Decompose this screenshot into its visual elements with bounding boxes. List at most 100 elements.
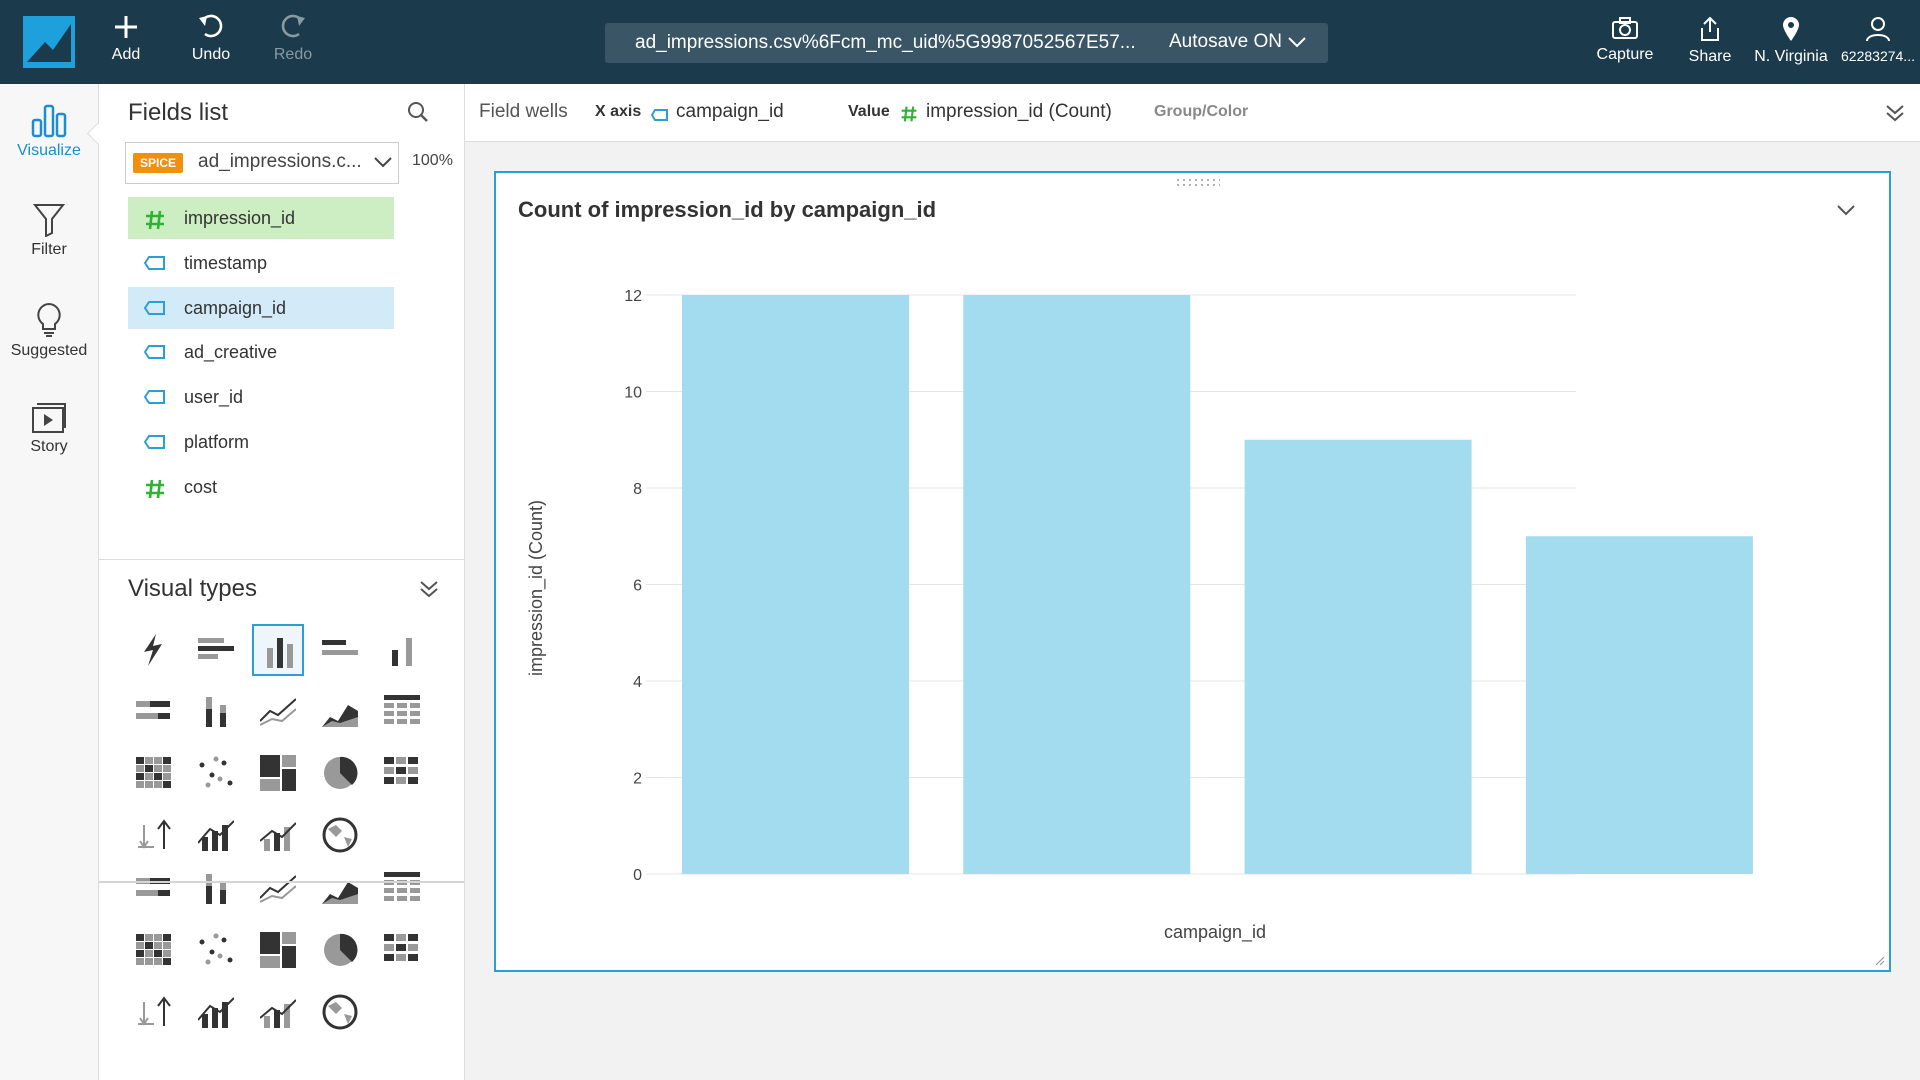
group-color-well[interactable]: Group/Color: [1154, 103, 1248, 121]
y-axis-title: impression_id (Count): [526, 500, 547, 676]
collapse-chevron-icon[interactable]: [1885, 104, 1905, 122]
field-item-ad_creative[interactable]: ad_creative: [128, 331, 394, 373]
dimension-tag-icon: [651, 109, 668, 121]
divider: [99, 881, 464, 883]
story-icon: [32, 403, 66, 433]
account-label: 62283274...: [1841, 48, 1915, 64]
field-item-timestamp[interactable]: timestamp: [128, 242, 394, 284]
bar[interactable]: [682, 295, 909, 874]
hash-icon: [901, 106, 917, 122]
nav-visualize-label: Visualize: [17, 142, 81, 159]
y-tick-label: 0: [633, 867, 642, 884]
visual-type-vstack-icon[interactable]: [190, 685, 242, 737]
visual-type-vbar-icon[interactable]: [252, 624, 304, 676]
field-label: campaign_id: [184, 298, 287, 318]
redo-button[interactable]: Redo: [253, 14, 333, 74]
visual-type-pivot-icon[interactable]: [376, 924, 428, 976]
collapse-chevron-icon[interactable]: [419, 580, 439, 598]
visual-type-pie-icon[interactable]: [314, 924, 366, 976]
bar-chart: 0 2 4 6 8 10 12 campaign_id impression_id (Count…: [526, 288, 1753, 943]
field-item-platform[interactable]: platform: [128, 421, 394, 463]
nav-suggested[interactable]: Suggested: [0, 302, 98, 360]
fields-panel: Fields list SPICE ad_impressions.c... 10…: [99, 84, 465, 1080]
visual-type-heat-icon[interactable]: [128, 747, 180, 799]
field-item-impression_id[interactable]: impression_id: [128, 197, 394, 239]
visual-types-title: Visual types: [128, 575, 257, 602]
redo-label: Redo: [273, 46, 313, 63]
visual-type-vbar2-icon[interactable]: [376, 624, 428, 676]
share-icon: [1701, 16, 1719, 41]
visual-type-combo1-icon[interactable]: [190, 986, 242, 1038]
analysis-file-name[interactable]: ad_impressions.csv%6Fcm_mc_uid%5G9987052…: [635, 32, 1136, 54]
visual-type-hstack-icon[interactable]: [128, 685, 180, 737]
visual-type-treemap-icon[interactable]: [252, 747, 304, 799]
visual-type-combo2-icon[interactable]: [252, 986, 304, 1038]
visual-type-hbar-icon[interactable]: [190, 624, 242, 676]
field-item-user_id[interactable]: user_id: [128, 376, 394, 418]
visual-type-combo1-icon[interactable]: [190, 809, 242, 861]
undo-button[interactable]: Undo: [171, 14, 251, 74]
visual-type-kpi-icon[interactable]: [128, 986, 180, 1038]
visual-type-autograph-icon[interactable]: [128, 624, 180, 676]
field-label: cost: [184, 477, 218, 497]
search-icon[interactable]: [407, 101, 429, 123]
x-axis-well[interactable]: campaign_id: [676, 101, 784, 123]
field-item-cost[interactable]: cost: [128, 466, 394, 508]
visual-type-heat-icon[interactable]: [128, 924, 180, 976]
nav-filter[interactable]: Filter: [0, 203, 98, 259]
y-tick-label: 8: [633, 481, 642, 498]
redo-icon: [281, 14, 305, 38]
capture-button[interactable]: Capture: [1590, 16, 1660, 64]
nav-filter-label: Filter: [31, 241, 67, 258]
autosave-dropdown[interactable]: Autosave ON: [1169, 31, 1306, 53]
visual-type-treemap-icon[interactable]: [252, 924, 304, 976]
nav-visualize[interactable]: Visualize: [0, 104, 98, 160]
x-axis-label: X axis: [595, 103, 642, 120]
field-label: ad_creative: [184, 342, 278, 362]
value-well[interactable]: impression_id (Count): [926, 101, 1112, 123]
spice-badge: SPICE: [133, 153, 184, 173]
bar[interactable]: [1244, 439, 1472, 874]
visual-type-kpi-icon[interactable]: [128, 809, 180, 861]
visual-type-area-icon[interactable]: [314, 685, 366, 737]
visual-type-pivot-icon[interactable]: [376, 747, 428, 799]
visual-type-scatter-icon[interactable]: [190, 747, 242, 799]
y-tick-label: 4: [633, 674, 642, 691]
plus-icon: [115, 16, 137, 38]
visual-type-hstack-icon[interactable]: [128, 862, 180, 914]
visual-type-line-icon[interactable]: [252, 685, 304, 737]
bar[interactable]: [963, 295, 1191, 874]
visual-type-hbar2-icon[interactable]: [314, 624, 366, 676]
region-selector[interactable]: N. Virginia: [1750, 16, 1832, 66]
visual-card[interactable]: Count of impression_id by campaign_id 02…: [494, 171, 1891, 972]
x-axis-title: campaign_id: [1164, 922, 1266, 943]
visual-type-area-icon[interactable]: [314, 862, 366, 914]
visual-type-table-icon[interactable]: [376, 862, 428, 914]
resize-handle-icon[interactable]: [1873, 954, 1885, 966]
visual-type-pie-icon[interactable]: [314, 747, 366, 799]
bar[interactable]: [1525, 536, 1753, 874]
field-label: platform: [184, 432, 250, 452]
chevron-down-icon: [1288, 37, 1306, 48]
capture-label: Capture: [1596, 46, 1654, 63]
account-menu[interactable]: 62283274...: [1836, 16, 1920, 64]
y-tick-label: 10: [624, 385, 642, 402]
field-item-campaign_id[interactable]: campaign_id: [128, 287, 394, 329]
analysis-name-box[interactable]: ad_impressions.csv%6Fcm_mc_uid%5G9987052…: [605, 23, 1328, 63]
location-pin-icon: [1783, 17, 1799, 41]
visual-type-line-icon[interactable]: [252, 862, 304, 914]
nav-story-label: Story: [30, 438, 68, 455]
share-button[interactable]: Share: [1680, 16, 1740, 66]
visual-type-vstack-icon[interactable]: [190, 862, 242, 914]
nav-story[interactable]: Story: [0, 402, 98, 456]
visual-type-geo-icon[interactable]: [314, 986, 366, 1038]
visual-type-table-icon[interactable]: [376, 685, 428, 737]
y-tick-label: 2: [633, 771, 642, 788]
quicksight-logo[interactable]: [23, 16, 75, 68]
visual-type-combo2-icon[interactable]: [252, 809, 304, 861]
share-label: Share: [1688, 48, 1732, 65]
add-button[interactable]: Add: [86, 14, 166, 74]
dataset-select[interactable]: SPICE ad_impressions.c...: [125, 142, 399, 184]
visual-type-geo-icon[interactable]: [314, 809, 366, 861]
visual-type-scatter-icon[interactable]: [190, 924, 242, 976]
